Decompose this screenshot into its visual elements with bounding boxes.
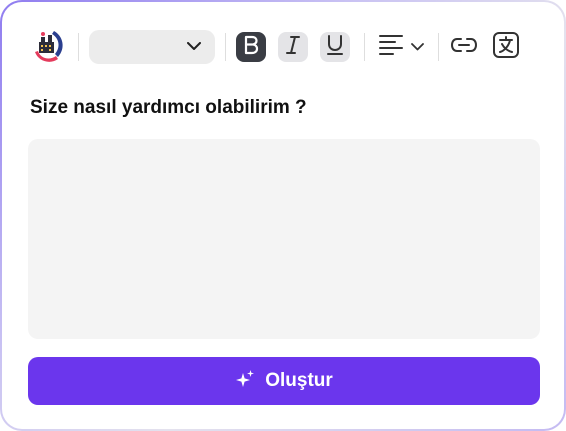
brand-logo-icon (28, 26, 68, 68)
toolbar (28, 26, 538, 68)
create-button[interactable]: Oluştur (28, 357, 540, 405)
chevron-down-icon (411, 38, 424, 56)
sparkles-icon (235, 369, 255, 394)
toolbar-divider (78, 33, 79, 61)
toolbar-divider (364, 33, 365, 61)
prompt-input[interactable] (28, 139, 540, 339)
align-dropdown[interactable] (375, 34, 428, 60)
translate-icon (492, 31, 520, 64)
font-select[interactable] (89, 30, 215, 64)
align-left-icon (379, 34, 403, 60)
bold-button[interactable] (236, 32, 266, 62)
create-button-label: Oluştur (265, 370, 333, 391)
chevron-down-icon (187, 38, 201, 56)
link-icon (450, 37, 478, 58)
link-button[interactable] (449, 32, 479, 62)
toolbar-divider (225, 33, 226, 61)
italic-icon (285, 35, 301, 60)
underline-icon (326, 34, 344, 61)
prompt-question: Size nasıl yardımcı olabilirim ? (30, 97, 307, 118)
app-frame: Size nasıl yardımcı olabilirim ? Oluştur (0, 0, 566, 431)
bold-icon (243, 35, 259, 60)
underline-button[interactable] (320, 32, 350, 62)
toolbar-divider (438, 33, 439, 61)
italic-button[interactable] (278, 32, 308, 62)
editor-panel: Size nasıl yardımcı olabilirim ? Oluştur (2, 2, 564, 429)
translate-button[interactable] (491, 31, 521, 64)
